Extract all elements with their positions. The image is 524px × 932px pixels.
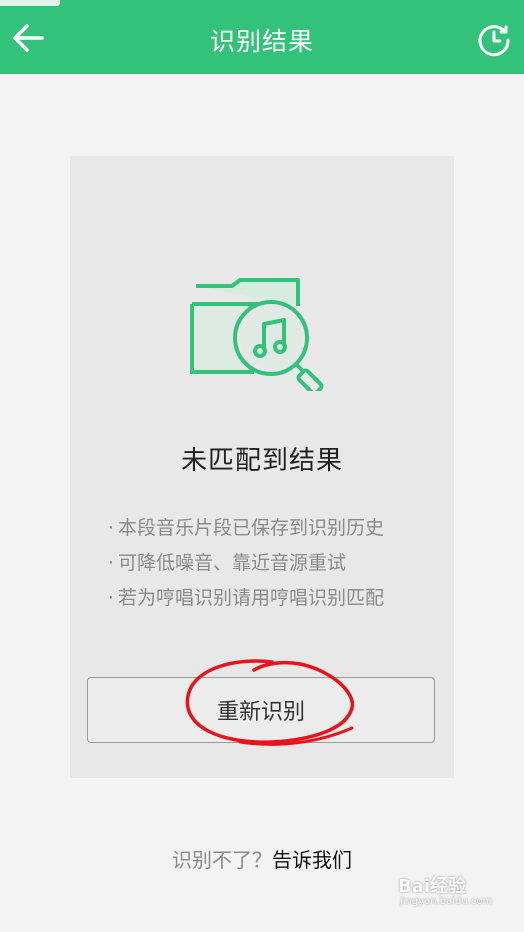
footer-question: 识别不了？ <box>172 848 272 872</box>
no-match-title: 未匹配到结果 <box>180 446 343 476</box>
retry-button[interactable]: 重新识别 <box>87 677 435 743</box>
watermark-brand: Bai经验 <box>398 876 467 897</box>
tip-item: · 可降低噪音、靠近音源重试 <box>108 552 347 574</box>
feedback-footer: 识别不了？告诉我们 <box>0 844 524 873</box>
app-screen: 识别结果 未匹配到结果 · 本段音乐片段已保存到识别历史 · 可降低噪音、靠近音… <box>0 0 524 932</box>
music-folder-search-icon <box>188 266 338 396</box>
watermark-url: jingyan.baidu.com <box>400 896 493 907</box>
clock-history-icon <box>477 23 511 61</box>
baidu-jingyan-watermark: Bai经验 jingyan.baidu.com <box>398 872 498 912</box>
tips-list: · 本段音乐片段已保存到识别历史 · 可降低噪音、靠近音源重试 · 若为哼唱识别请用哼… <box>108 511 384 616</box>
tip-item: · 本段音乐片段已保存到识别历史 <box>108 517 385 539</box>
result-card: 未匹配到结果 · 本段音乐片段已保存到识别历史 · 可降低噪音、靠近音源重试 · 若为… <box>70 156 454 778</box>
top-bar: 识别结果 <box>0 0 524 74</box>
history-button[interactable] <box>472 20 516 64</box>
report-link[interactable]: 告诉我们 <box>272 848 352 872</box>
page-title: 识别结果 <box>209 27 314 56</box>
tip-item: · 若为哼唱识别请用哼唱识别匹配 <box>108 587 385 609</box>
